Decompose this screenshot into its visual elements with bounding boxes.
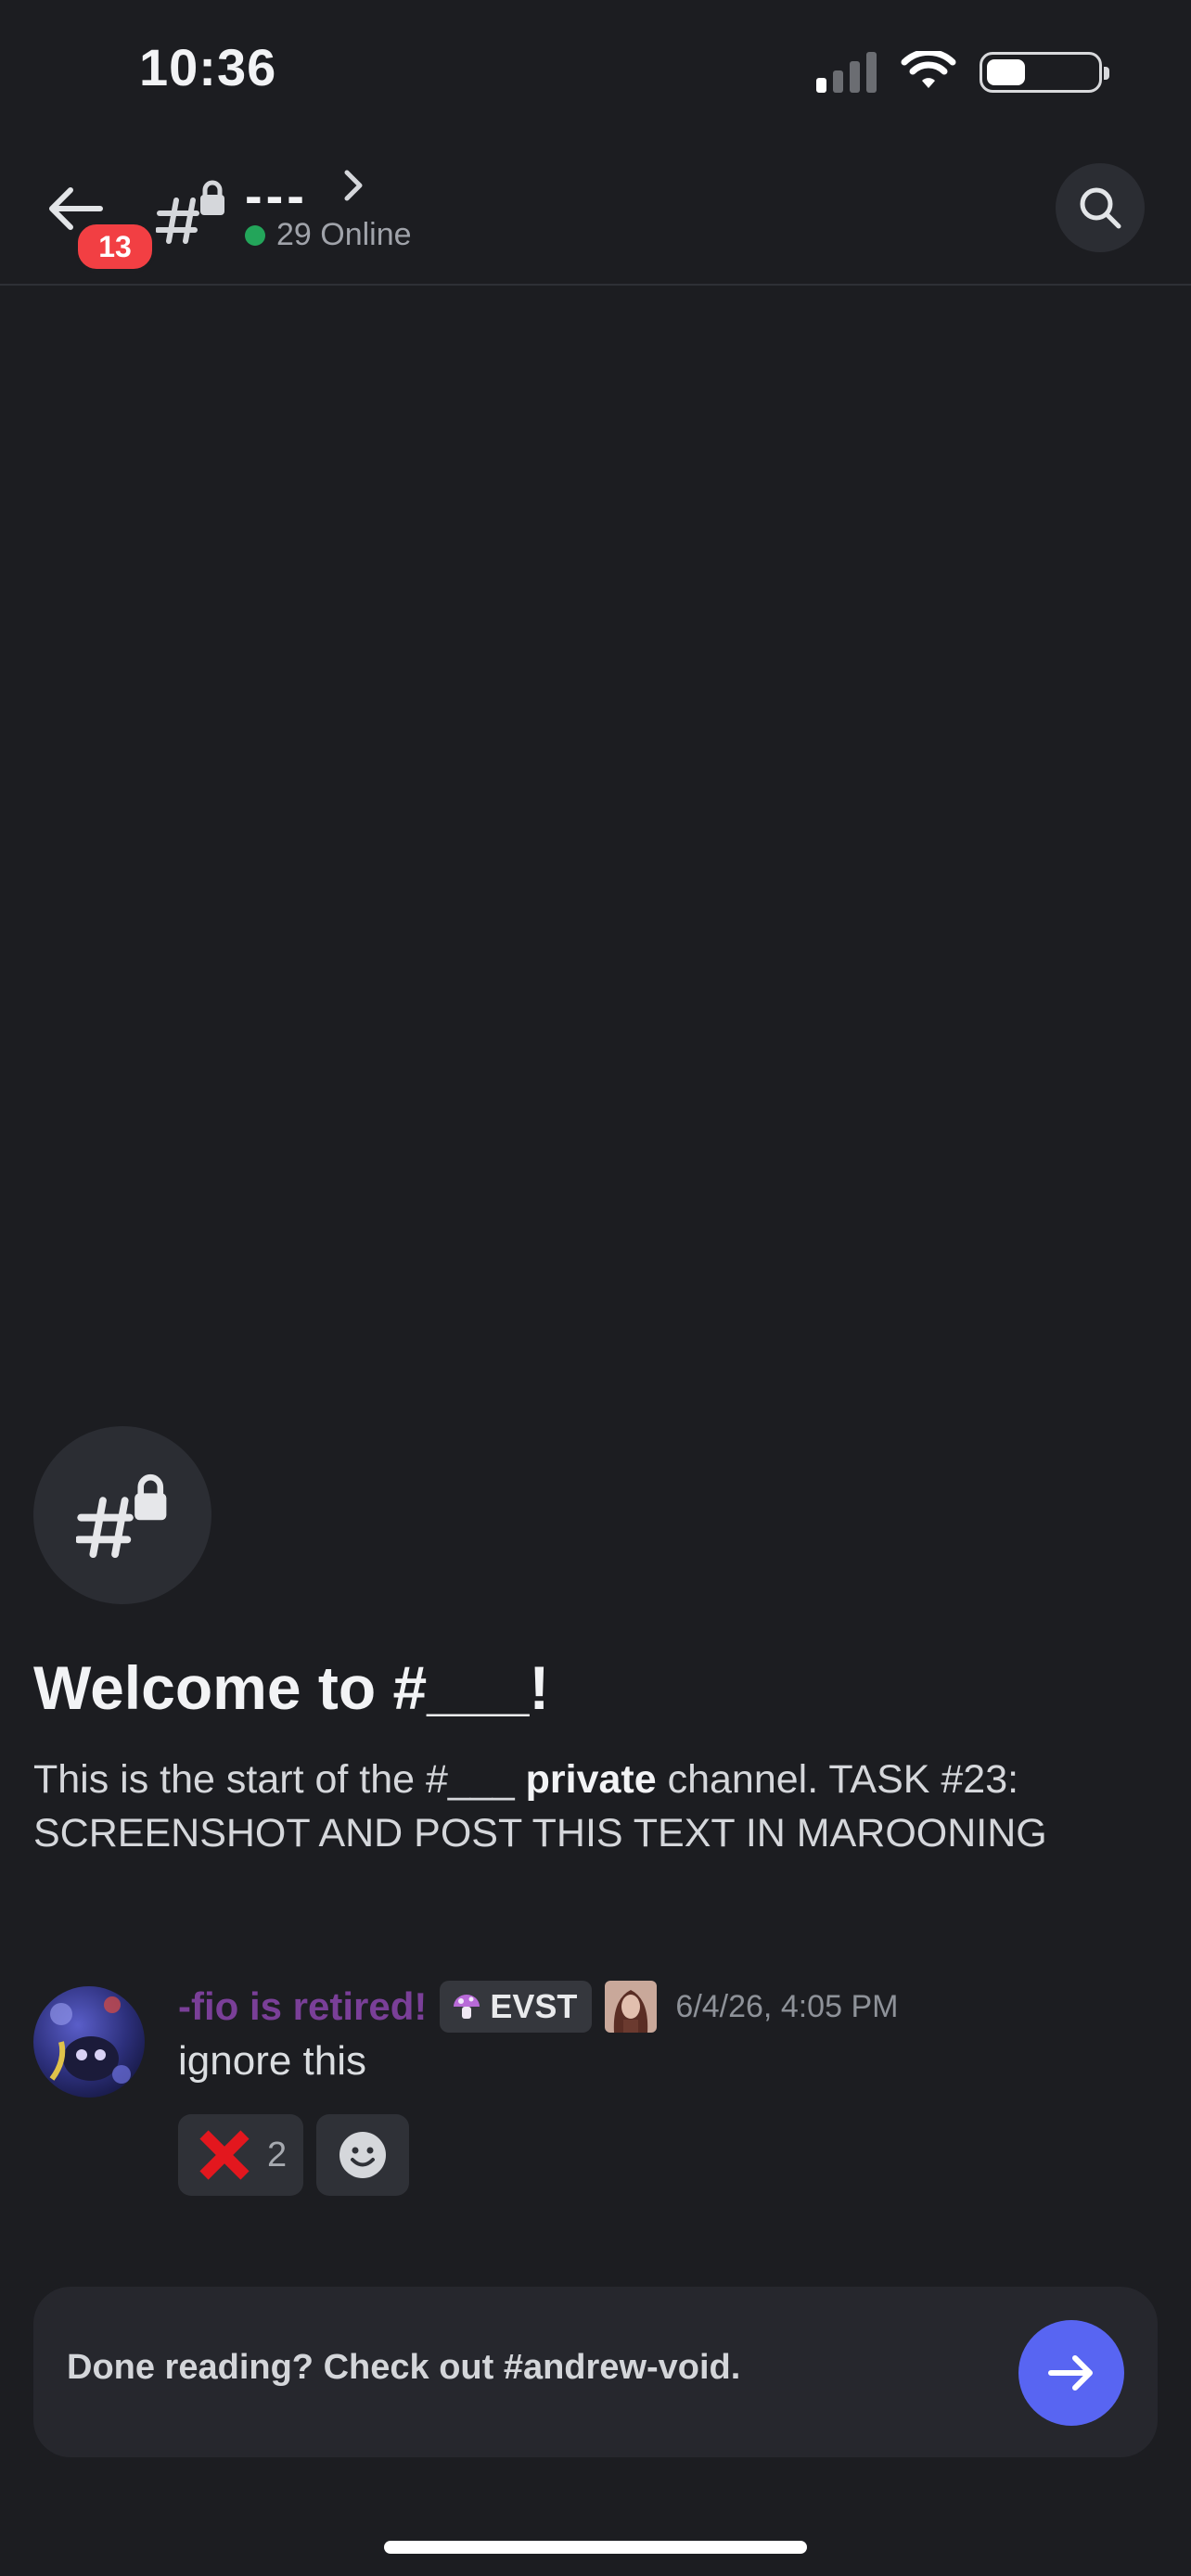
reactions-row: 2 [178, 2114, 410, 2196]
next-channel-banner[interactable]: Done reading? Check out #andrew-void. [33, 2287, 1158, 2457]
welcome-desc-bold: private [525, 1757, 657, 1802]
welcome-desc-start: This is the start of the #___ [33, 1757, 526, 1802]
user-badge-image [605, 1981, 658, 2033]
battery-fill [987, 59, 1025, 85]
add-reaction-button[interactable] [316, 2114, 410, 2196]
mushroom-icon [454, 1995, 480, 2019]
portrait-icon [605, 1981, 658, 2033]
role-tag-label: EVST [490, 1987, 578, 2025]
online-status: 29 Online [245, 217, 412, 253]
header-divider [0, 284, 1191, 286]
online-dot [245, 224, 265, 246]
welcome-channel-icon [33, 1426, 211, 1604]
search-icon [1080, 187, 1121, 229]
battery-icon [980, 52, 1109, 93]
status-icons [816, 46, 1109, 98]
username[interactable]: -fio is retired! [178, 1984, 427, 2029]
locked-channel-hash-icon [156, 180, 224, 244]
welcome-description: This is the start of the #___ private ch… [33, 1753, 1156, 1860]
search-button[interactable] [1056, 163, 1145, 252]
wifi-icon [901, 51, 956, 88]
user-avatar-image [33, 1986, 145, 2098]
channel-header: 13 --- 29 Online [0, 158, 1191, 284]
reaction-cross-mark[interactable]: 2 [178, 2114, 304, 2196]
locked-channel-hash-icon [76, 1473, 167, 1559]
cross-mark-icon [199, 2130, 250, 2180]
home-indicator[interactable] [384, 2541, 807, 2554]
avatar[interactable] [33, 1986, 145, 2098]
status-time: 10:36 [139, 38, 277, 96]
smiley-add-reaction-icon [339, 2132, 387, 2178]
arrow-right-icon [1048, 2355, 1093, 2391]
message-text: ignore this [178, 2038, 367, 2084]
welcome-title: Welcome to #___! [33, 1653, 550, 1722]
message-header: -fio is retired! EVST 6/4/26, 4:05 PM [178, 1981, 898, 2033]
online-count: 29 Online [276, 217, 412, 252]
role-tag[interactable]: EVST [440, 1981, 593, 2033]
message-timestamp: 6/4/26, 4:05 PM [675, 1988, 899, 2024]
unread-badge: 13 [74, 221, 156, 273]
go-to-channel-button[interactable] [1018, 2320, 1124, 2426]
banner-text: Done reading? Check out #andrew-void. [67, 2348, 741, 2387]
chevron-right-icon[interactable] [339, 167, 367, 204]
battery-nub [1104, 67, 1109, 80]
cellular-signal-icon [816, 52, 877, 93]
reaction-count: 2 [267, 2135, 288, 2174]
